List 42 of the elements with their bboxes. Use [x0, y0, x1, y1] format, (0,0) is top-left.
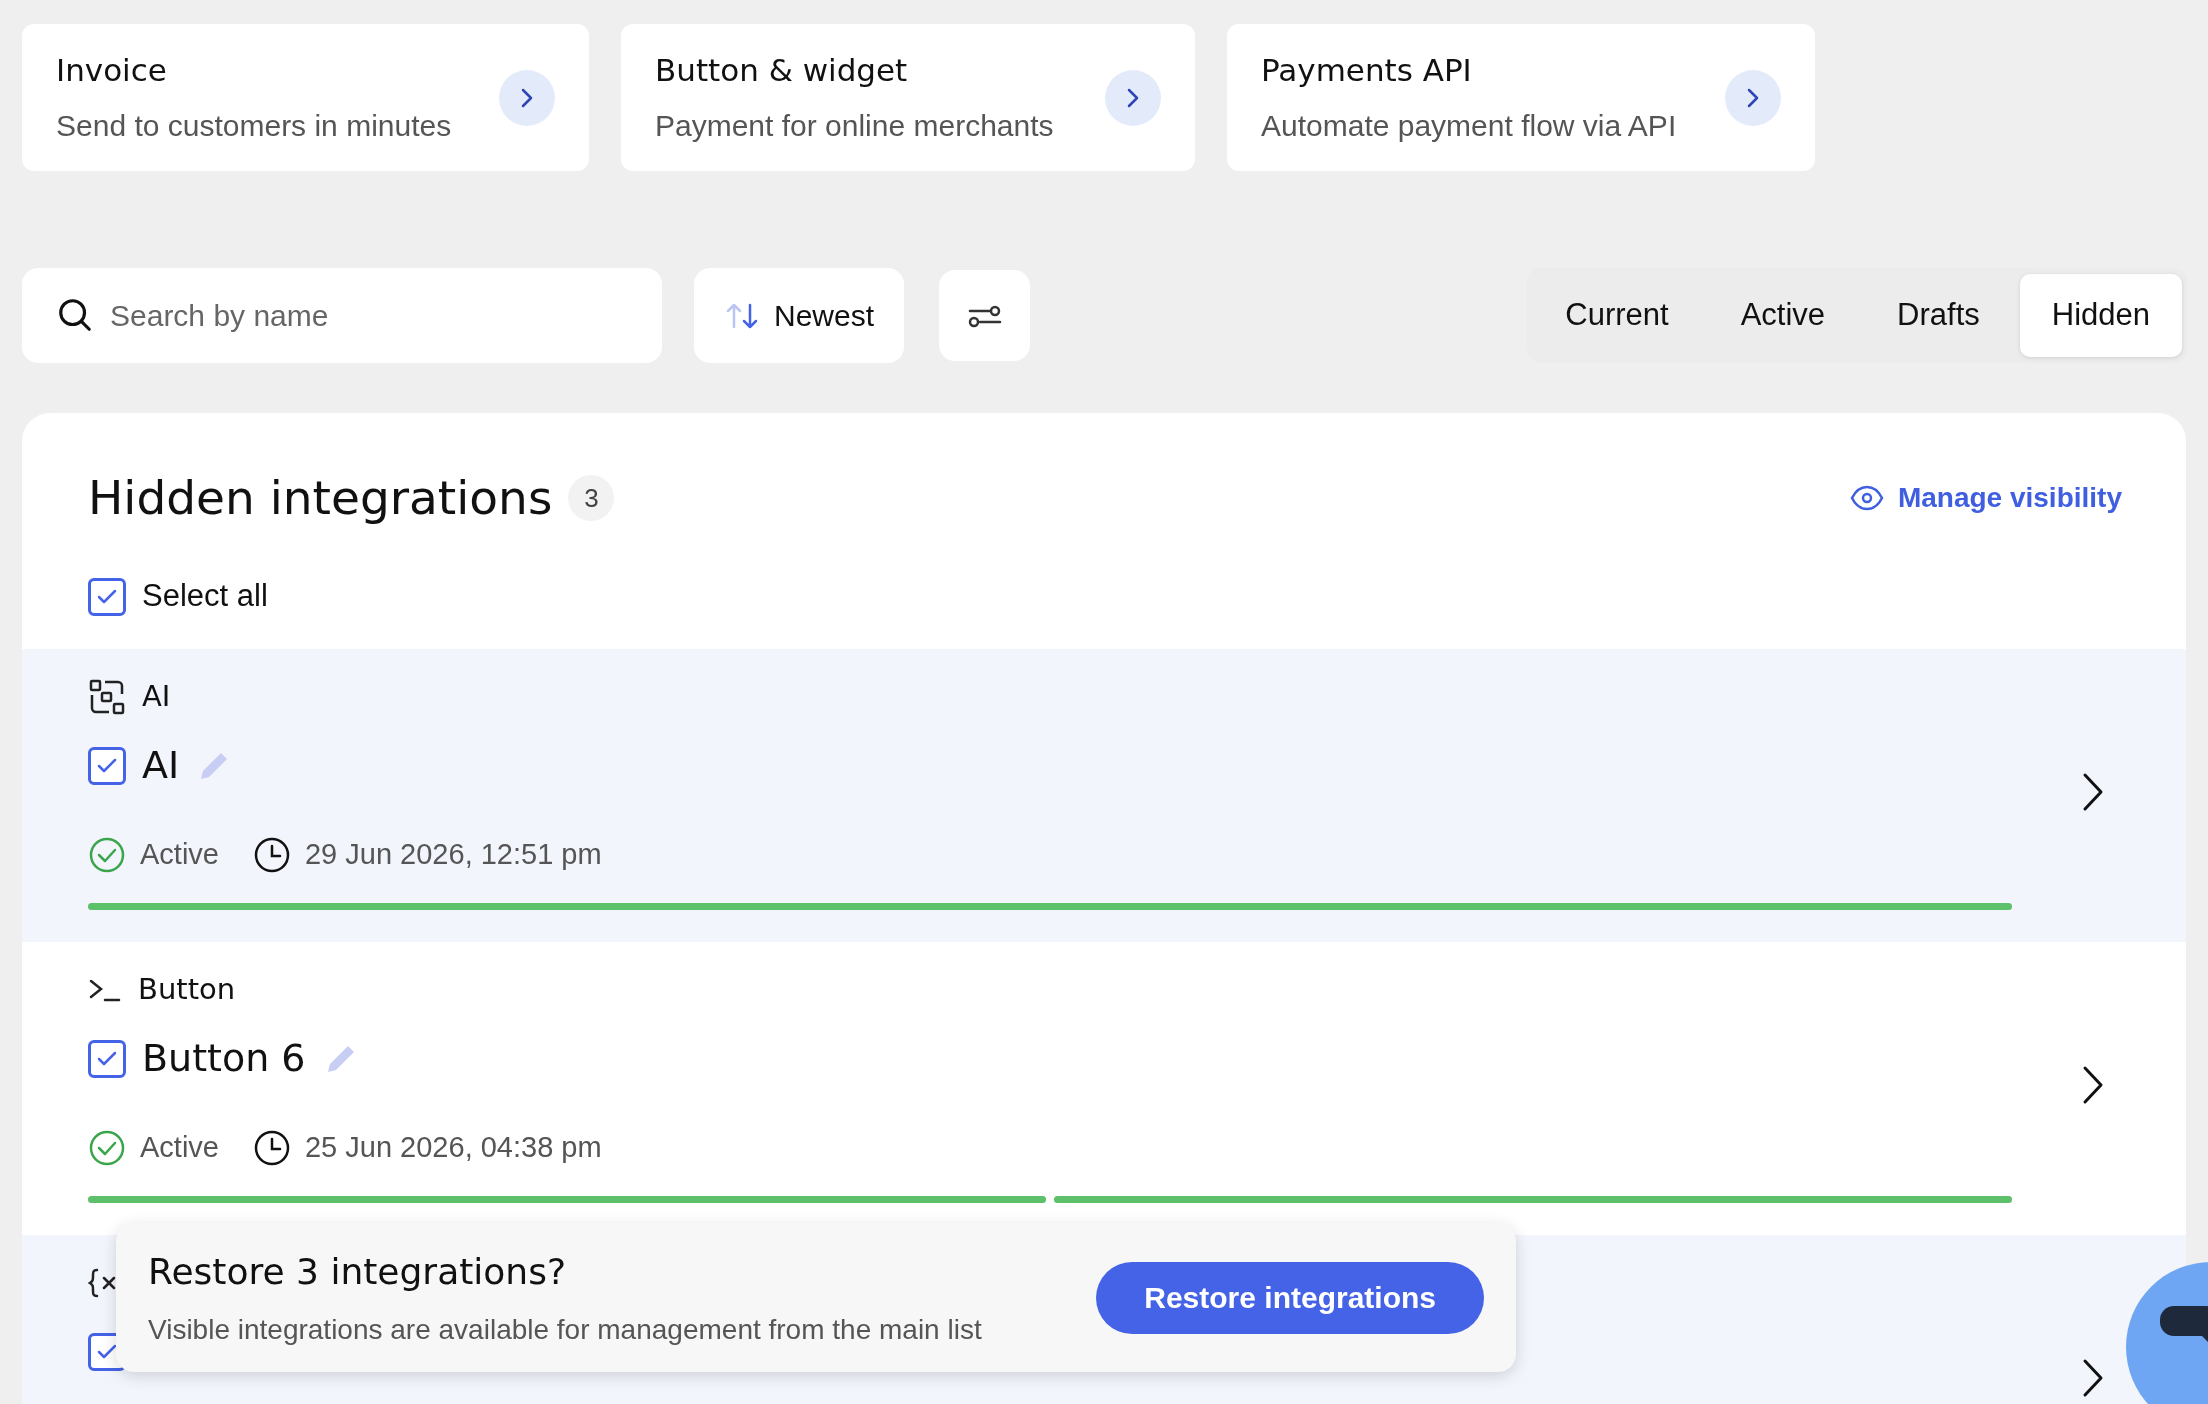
card-subtitle: Send to customers in minutes: [56, 108, 452, 145]
search-field[interactable]: Search by name: [22, 268, 662, 363]
product-card[interactable]: Invoice Send to customers in minutes: [22, 24, 589, 171]
clock-icon: [253, 835, 291, 874]
integration-title: AI: [142, 742, 180, 789]
select-all-label: Select all: [142, 577, 268, 616]
toast-title: Restore 3 integrations?: [148, 1249, 567, 1294]
card-title: Invoice: [56, 50, 168, 90]
check-circle-icon: [88, 1128, 126, 1167]
tab[interactable]: Hidden: [2019, 274, 2182, 357]
checkbox[interactable]: [88, 746, 126, 785]
filter-button[interactable]: [939, 270, 1030, 361]
sort-button[interactable]: Newest: [694, 268, 904, 363]
card-subtitle: Automate payment flow via API: [1261, 108, 1677, 145]
chevron-right-icon: [1747, 87, 1759, 108]
chevron-right-icon: [521, 87, 533, 108]
checkbox[interactable]: [88, 1039, 126, 1078]
check-circle-icon: [88, 835, 126, 874]
toast-message: Visible integrations are available for management from the main list: [148, 1312, 982, 1347]
category-label: AI: [142, 677, 171, 715]
restore-button[interactable]: Restore integrations: [1096, 1261, 1484, 1334]
date-label: 25 Jun 2026, 04:38 pm: [305, 1129, 602, 1165]
checkbox[interactable]: [88, 577, 126, 616]
status-label: Active: [140, 1129, 219, 1165]
integration-row[interactable]: AI AI Active 29 Jun 2026, 12:51 pm: [22, 648, 2186, 942]
scan-icon: [88, 677, 126, 716]
manage-visibility-link[interactable]: Manage visibility: [1849, 477, 2122, 520]
category-label: Button: [138, 970, 236, 1008]
search-icon: [56, 296, 94, 334]
count-badge: 3: [568, 475, 615, 522]
clock-icon: [253, 1128, 291, 1167]
product-card[interactable]: Payments API Automate payment flow via API: [1227, 24, 1815, 171]
section-heading: Hidden integrations: [88, 469, 553, 527]
card-title: Payments API: [1261, 50, 1473, 90]
product-card[interactable]: Button & widget Payment for online merchants: [621, 24, 1195, 171]
chevron-right-icon: [1127, 87, 1139, 108]
integration-title: Button 6: [142, 1035, 306, 1082]
status-label: Active: [140, 836, 219, 872]
eye-icon: [1849, 485, 1884, 512]
card-subtitle: Payment for online merchants: [655, 108, 1054, 145]
card-title: Button & widget: [655, 50, 909, 90]
date-label: 29 Jun 2026, 12:51 pm: [305, 836, 602, 872]
